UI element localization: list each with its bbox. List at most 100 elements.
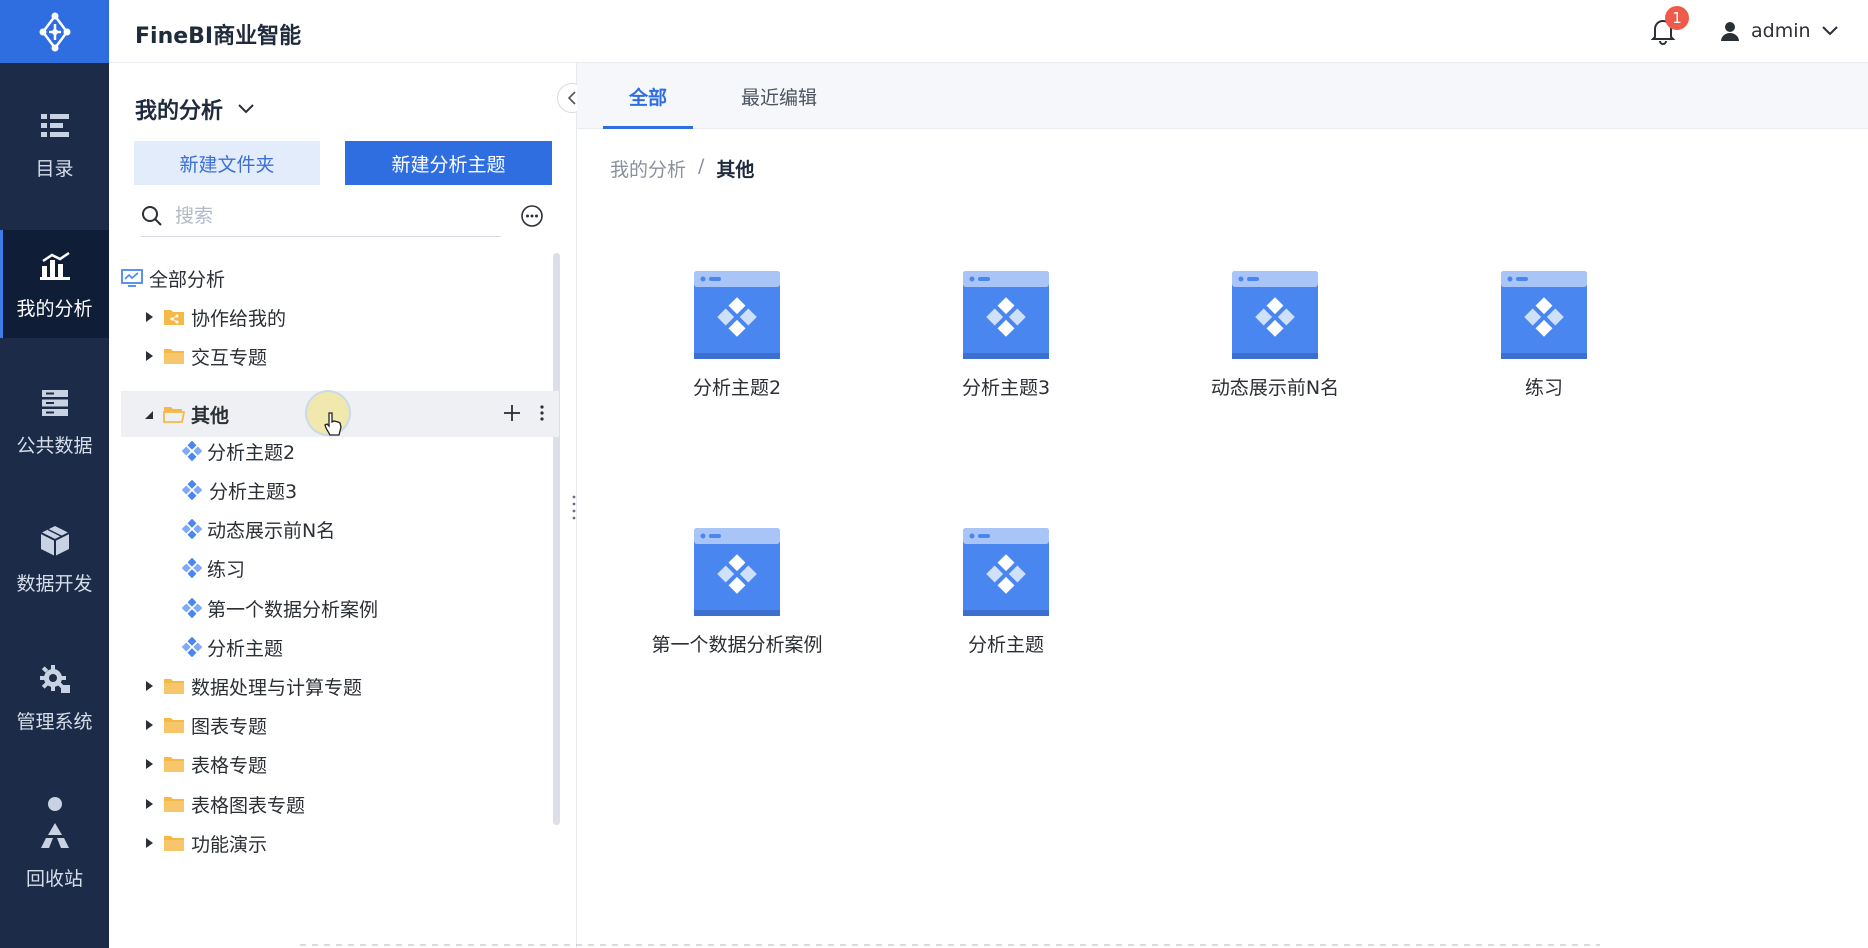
rail-item-recycle[interactable]: 回收站 [0, 800, 109, 908]
folder-icon [164, 679, 184, 694]
tab-label: 全部 [629, 86, 668, 109]
add-icon[interactable] [503, 404, 521, 422]
rail-label-admin: 管理系统 [16, 710, 93, 733]
tree-label: 图表专题 [191, 716, 268, 738]
tree-item-feature-demo[interactable]: 功能演示 [121, 820, 559, 867]
subject-icon [181, 637, 203, 657]
search-input[interactable] [175, 204, 475, 227]
user-menu[interactable]: admin [1719, 17, 1839, 45]
more-options-icon[interactable] [520, 204, 544, 228]
monitor-icon [121, 269, 143, 287]
hand-cursor-icon [324, 412, 342, 436]
tree-label: 分析主题2 [207, 442, 296, 464]
user-icon [1721, 22, 1739, 41]
caret-right-icon[interactable] [143, 837, 155, 849]
tree-label: 练习 [207, 559, 246, 581]
chart-icon [37, 248, 73, 284]
subject-file-icon [963, 528, 1049, 616]
caret-right-icon[interactable] [143, 350, 155, 362]
rail-label-catalog: 目录 [35, 157, 74, 180]
subject-card-2[interactable]: 分析主题3 [906, 271, 1106, 421]
gear-icon [37, 661, 73, 697]
database-icon [37, 385, 73, 421]
main-content: 全部 最近编辑 我的分析 / 其他 [577, 63, 1868, 948]
caret-right-icon[interactable] [143, 680, 155, 692]
catalog-icon [37, 108, 73, 144]
chevron-down-icon [238, 104, 254, 114]
tab-bar: 全部 最近编辑 [577, 63, 1868, 129]
folder-icon [164, 836, 184, 851]
cube-icon [37, 523, 73, 559]
subject-file-icon [1232, 271, 1318, 359]
folder-icon [164, 718, 184, 733]
open-folder-icon [163, 407, 185, 423]
folder-icon [164, 797, 184, 812]
tree-label: 协作给我的 [191, 308, 287, 330]
tab-all[interactable]: 全部 [602, 63, 694, 129]
subject-card-6[interactable]: 分析主题 [906, 528, 1106, 678]
subject-card-4[interactable]: 练习 [1444, 271, 1644, 421]
caret-right-icon[interactable] [143, 758, 155, 770]
card-label: 分析主题2 [692, 377, 782, 399]
card-label: 分析主题3 [961, 377, 1051, 399]
rail-label-my-analysis: 我的分析 [16, 297, 93, 320]
tree-label: 第一个数据分析案例 [207, 599, 379, 621]
subject-file-icon [694, 271, 780, 359]
subject-card-1[interactable]: 分析主题2 [637, 271, 837, 421]
new-subject-button[interactable]: 新建分析主题 [345, 141, 552, 185]
panel-title-dropdown[interactable]: 我的分析 [135, 93, 255, 125]
tree-label: 分析主题 [207, 638, 284, 660]
rail-item-catalog[interactable]: 目录 [0, 90, 109, 198]
tree-item-interactive-topics[interactable]: 交互专题 [121, 333, 559, 380]
subject-icon [181, 558, 203, 578]
rail-item-data-dev[interactable]: 数据开发 [0, 505, 109, 613]
tree-label: 动态展示前N名 [207, 520, 336, 542]
nav-rail: 目录 我的分析 公共数据 数据开发 管理系统 回收站 [0, 0, 109, 948]
kebab-menu-icon[interactable] [539, 404, 545, 422]
tree-label: 分析主题3 [209, 481, 298, 503]
subject-card-5[interactable]: 第一个数据分析案例 [637, 528, 837, 678]
caret-right-icon[interactable] [143, 311, 155, 323]
tree-label: 交互专题 [191, 347, 268, 369]
tree-label: 数据处理与计算专题 [191, 677, 363, 699]
rail-label-data-dev: 数据开发 [16, 572, 93, 595]
recycle-icon [37, 818, 73, 854]
subject-icon [181, 519, 203, 539]
bottom-scroll-artifact [300, 944, 1600, 946]
breadcrumb-separator: / [698, 155, 705, 177]
chevron-down-icon [1821, 26, 1838, 36]
user-name: admin [1751, 20, 1811, 42]
tab-recent[interactable]: 最近编辑 [741, 63, 817, 129]
subject-icon [181, 480, 203, 500]
subject-icon [181, 441, 203, 461]
card-label: 动态展示前N名 [1210, 377, 1340, 399]
rail-label-recycle: 回收站 [25, 867, 83, 890]
tree-label: 全部分析 [149, 269, 226, 291]
analysis-tree-panel: 我的分析 新建文件夹 新建分析主题 全部分析 协作给我的 交互专题 其他 分析主… [109, 63, 577, 948]
row-actions [503, 404, 545, 422]
caret-down-icon[interactable] [143, 408, 155, 420]
tree-label: 功能演示 [191, 834, 268, 856]
caret-right-icon[interactable] [143, 798, 155, 810]
subject-card-3[interactable]: 动态展示前N名 [1175, 271, 1375, 421]
tree-label: 表格图表专题 [191, 795, 306, 817]
app-logo[interactable] [0, 0, 109, 63]
caret-right-icon[interactable] [143, 719, 155, 731]
card-label: 第一个数据分析案例 [651, 634, 823, 656]
tree-label: 其他 [191, 404, 230, 427]
panel-title: 我的分析 [135, 99, 224, 124]
rail-label-public-data: 公共数据 [16, 434, 93, 457]
folder-icon [164, 349, 184, 364]
breadcrumb-root[interactable]: 我的分析 [610, 155, 686, 182]
subject-file-icon [1501, 271, 1587, 359]
chevron-left-icon [567, 91, 576, 105]
card-label: 分析主题 [967, 634, 1044, 656]
rail-item-my-analysis[interactable]: 我的分析 [0, 230, 109, 338]
rail-item-admin[interactable]: 管理系统 [0, 643, 109, 751]
finebi-logo-icon [39, 12, 70, 51]
rail-item-public-data[interactable]: 公共数据 [0, 367, 109, 475]
folder-icon [164, 757, 184, 772]
new-folder-button[interactable]: 新建文件夹 [134, 141, 320, 185]
subject-file-icon [694, 528, 780, 616]
search-icon [142, 205, 162, 226]
